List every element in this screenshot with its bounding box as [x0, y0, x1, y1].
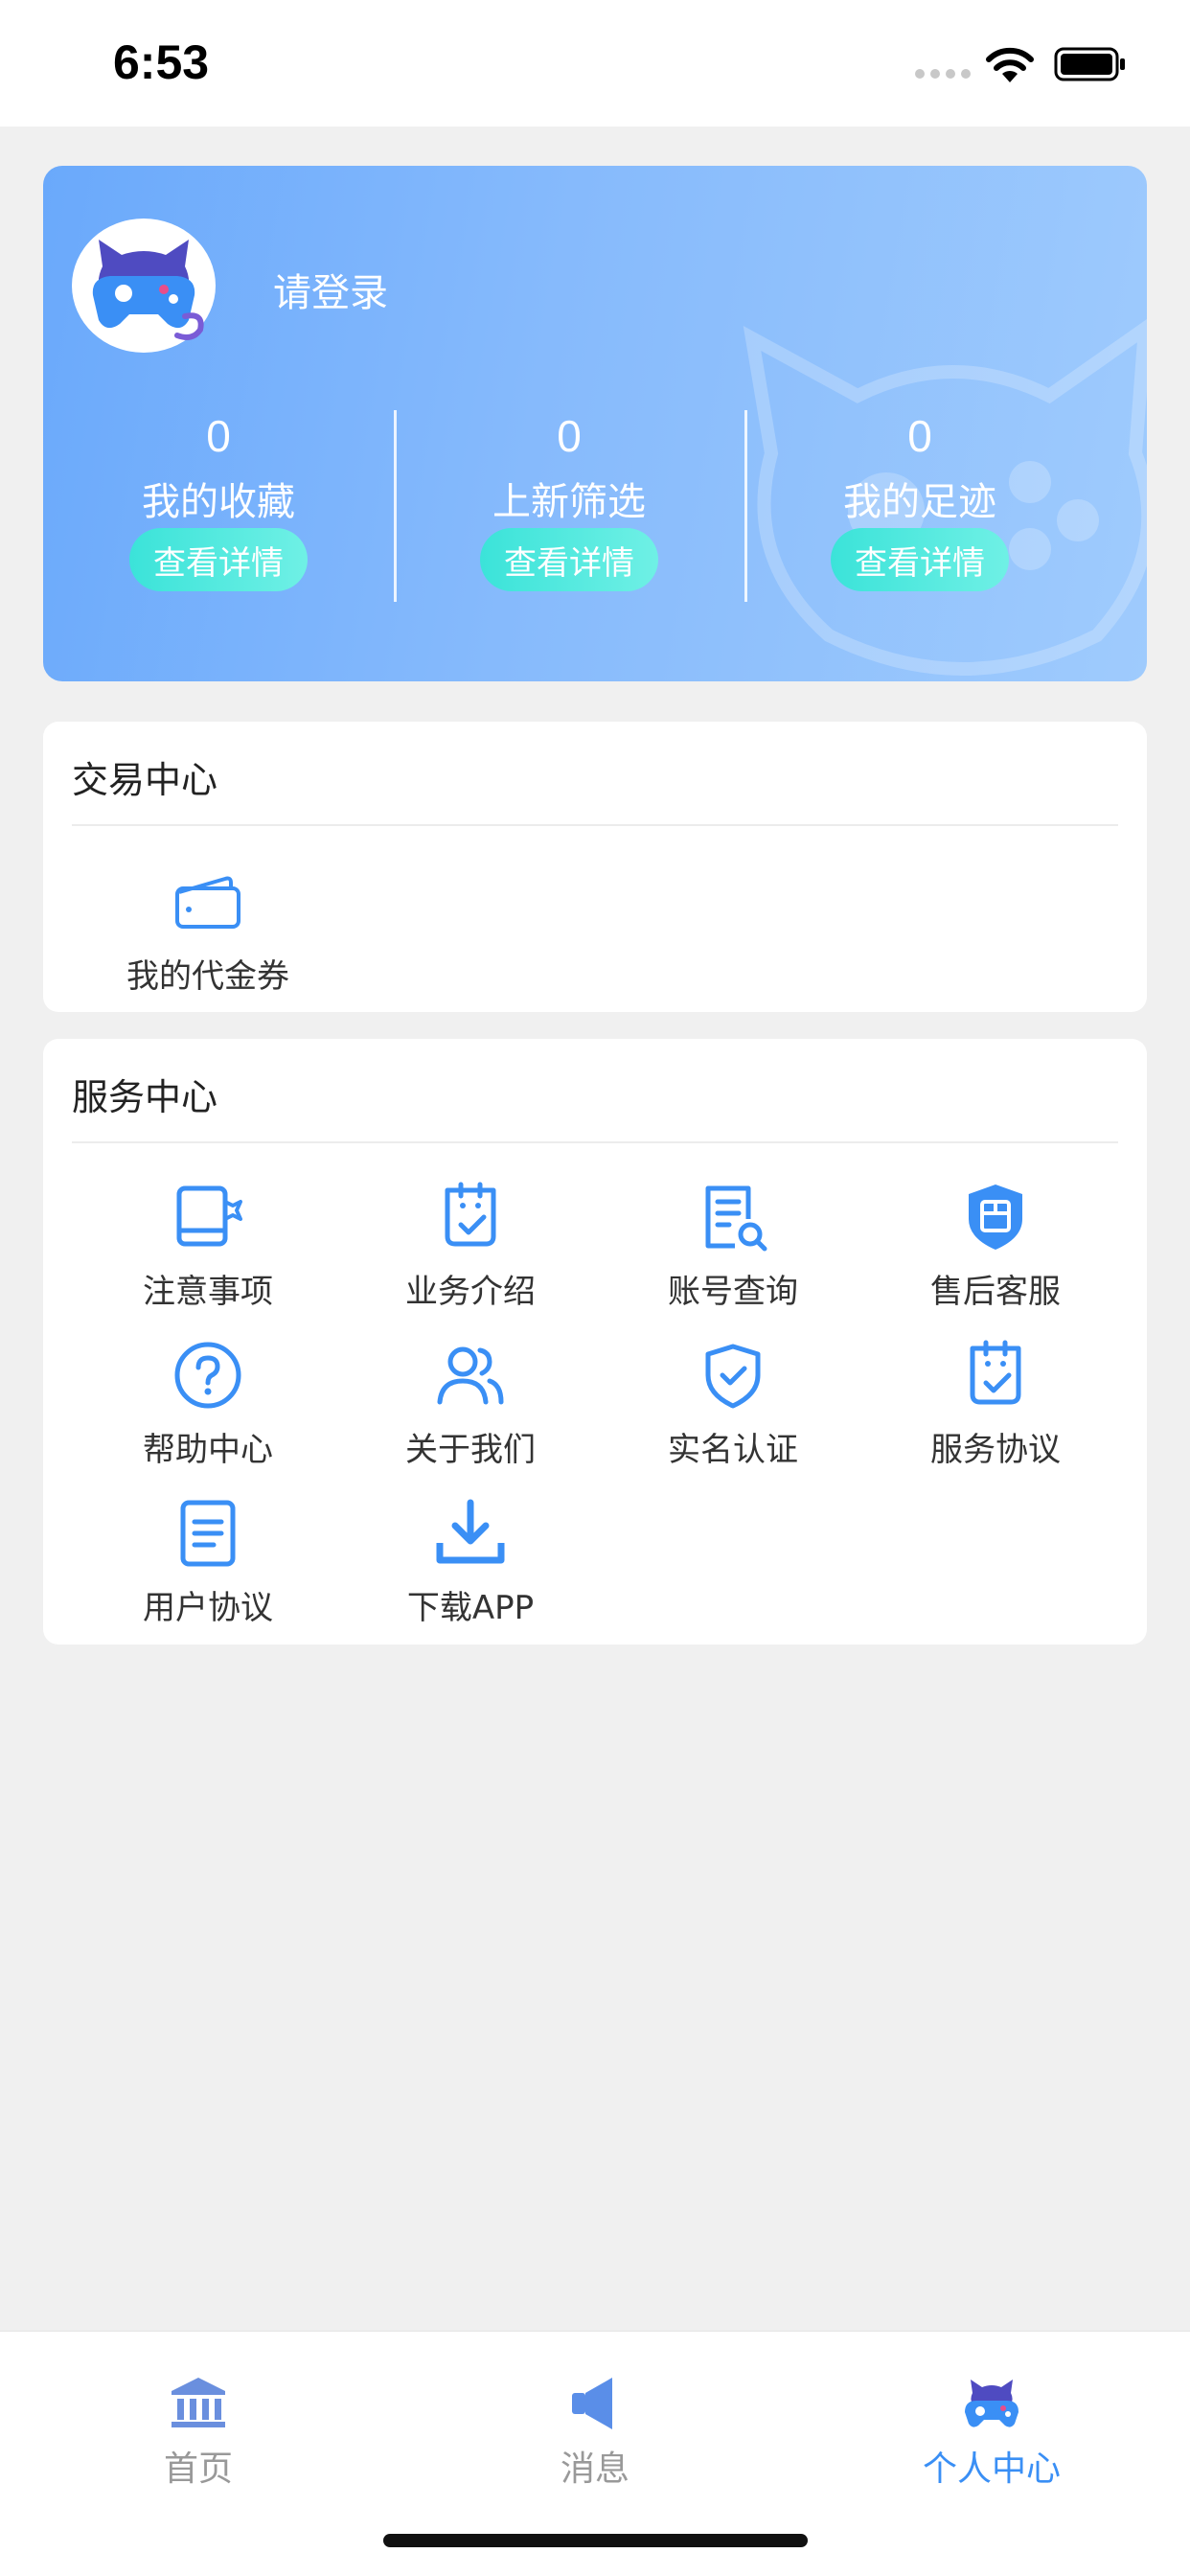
view-new-filter-button[interactable]: 查看详情: [480, 528, 658, 591]
tab-home[interactable]: 首页: [74, 2357, 323, 2491]
grid-label: 售后客服: [930, 1273, 1061, 1311]
stat-footprints: 0 我的足迹 查看详情: [744, 410, 1095, 602]
help-circle-icon: [174, 1342, 241, 1409]
grid-item-user-agreement[interactable]: 用户协议: [77, 1497, 339, 1641]
grid-item-account-query[interactable]: 账号查询: [602, 1181, 864, 1324]
grid-label: 帮助中心: [143, 1431, 273, 1469]
shield-service-icon: [969, 1184, 1022, 1250]
document-search-icon: [705, 1185, 767, 1252]
grid-label: 用户协议: [143, 1589, 273, 1627]
view-footprints-button[interactable]: 查看详情: [831, 528, 1009, 591]
profile-card: 请登录 0 我的收藏 查看详情 0 上新筛选 查看详情 0 我的足迹 查看详情: [43, 166, 1147, 681]
grid-item-voucher[interactable]: 我的代金券: [77, 865, 339, 1009]
stat-value: 0: [557, 411, 582, 461]
grid-item-download-app[interactable]: 下载APP: [339, 1497, 602, 1641]
grid-label: 我的代金券: [126, 957, 289, 996]
gamepad-cat-icon: [965, 2380, 1018, 2427]
tab-label: 个人中心: [922, 2450, 1061, 2489]
shield-check-icon: [705, 1344, 761, 1409]
stat-label: 我的收藏: [142, 480, 295, 524]
document-lines-icon: [180, 1500, 236, 1567]
stat-label: 上新筛选: [492, 480, 646, 524]
home-indicator: [383, 2534, 808, 2547]
stat-new-filter: 0 上新筛选 查看详情: [394, 410, 744, 602]
gamepad-cat-icon: [92, 240, 204, 340]
stats-row: 0 我的收藏 查看详情 0 上新筛选 查看详情 0 我的足迹 查看详情: [43, 410, 1095, 602]
login-link[interactable]: 请登录: [273, 262, 388, 317]
grid-label: 实名认证: [668, 1431, 798, 1469]
status-bar: 6:53: [0, 0, 1190, 126]
tab-messages[interactable]: 消息: [470, 2357, 720, 2491]
clipboard-check-icon: [970, 1340, 1021, 1405]
view-favorites-button[interactable]: 查看详情: [129, 528, 308, 591]
grid-label: 关于我们: [405, 1431, 536, 1469]
divider: [72, 1141, 1118, 1143]
section-title: 交易中心: [72, 759, 218, 801]
tab-label: 首页: [163, 2450, 233, 2489]
avatar[interactable]: [72, 218, 216, 353]
grid-item-after-sales[interactable]: 售后客服: [864, 1181, 1127, 1324]
clipboard-check-icon: [445, 1182, 496, 1247]
tab-label: 消息: [560, 2450, 629, 2489]
grid-item-notice[interactable]: 注意事项: [77, 1181, 339, 1324]
grid-label: 业务介绍: [405, 1273, 536, 1311]
trade-center-section: 交易中心 我的代金券: [43, 722, 1147, 1012]
battery-icon: [1054, 47, 1125, 81]
status-time: 6:53: [113, 35, 210, 89]
download-icon: [436, 1499, 505, 1564]
grid-item-about-us[interactable]: 关于我们: [339, 1339, 602, 1483]
stat-value: 0: [907, 411, 932, 461]
stat-label: 我的足迹: [843, 480, 996, 524]
bank-icon: [172, 2378, 225, 2427]
users-icon: [437, 1346, 504, 1405]
megaphone-icon: [572, 2378, 612, 2429]
service-center-section: 服务中心 注意事项 业务介绍 账号查询 售后客服 帮助中心 关于我们 实名认证 …: [43, 1039, 1147, 1644]
grid-item-service-agreement[interactable]: 服务协议: [864, 1339, 1127, 1483]
grid-item-real-name[interactable]: 实名认证: [602, 1339, 864, 1483]
stat-favorites: 0 我的收藏 查看详情: [43, 410, 394, 602]
signal-icon: [915, 69, 971, 79]
notebook-icon: [176, 1185, 242, 1247]
wifi-icon: [986, 47, 1034, 82]
tab-profile[interactable]: 个人中心: [867, 2357, 1116, 2491]
grid-label: 账号查询: [668, 1273, 798, 1311]
grid-label: 下载APP: [406, 1589, 535, 1627]
stat-value: 0: [206, 411, 231, 461]
wallet-icon: [175, 876, 240, 929]
grid-item-business-intro[interactable]: 业务介绍: [339, 1181, 602, 1324]
grid-label: 服务协议: [930, 1431, 1061, 1469]
section-title: 服务中心: [72, 1076, 218, 1118]
grid-label: 注意事项: [143, 1273, 273, 1311]
grid-item-help[interactable]: 帮助中心: [77, 1339, 339, 1483]
divider: [72, 824, 1118, 826]
